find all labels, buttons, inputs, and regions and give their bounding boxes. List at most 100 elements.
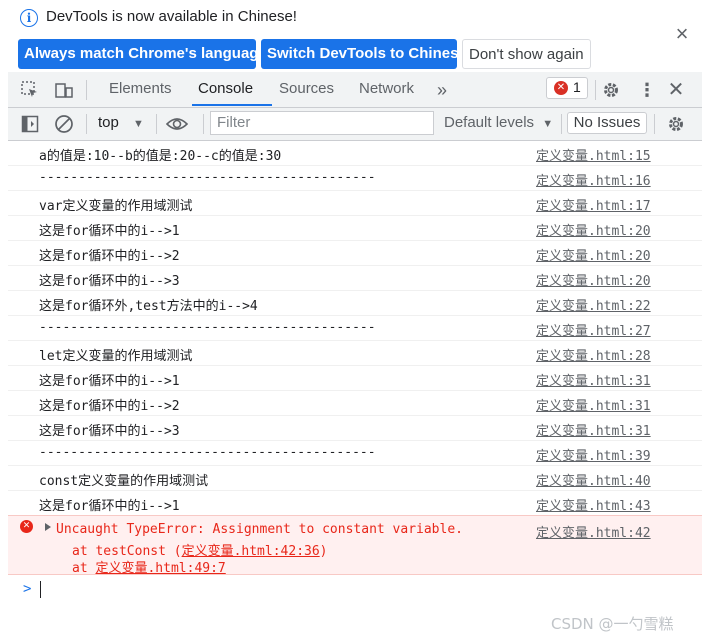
source-link[interactable]: 定义变量.html:31: [536, 370, 651, 389]
sidebar-toggle-icon[interactable]: [20, 114, 40, 134]
settings-gear-icon[interactable]: [601, 80, 621, 100]
log-message: ----------------------------------------…: [39, 320, 376, 335]
chevron-down-icon: ▼: [133, 118, 144, 130]
infobar-message: DevTools is now available in Chinese!: [46, 8, 297, 25]
error-count: 1: [573, 79, 581, 95]
log-message: 这是for循环中的i-->1: [39, 499, 180, 514]
console-input-caret[interactable]: [40, 581, 41, 598]
source-link[interactable]: 定义变量.html:31: [536, 420, 651, 439]
log-message: var定义变量的作用域测试: [39, 199, 193, 214]
log-levels-select[interactable]: Default levels ▼: [444, 114, 553, 131]
log-message: 这是for循环外,test方法中的i-->4: [39, 299, 258, 314]
execution-context-select[interactable]: top ▼: [98, 114, 144, 131]
inspect-element-icon[interactable]: [20, 80, 40, 100]
log-message: 这是for循环中的i-->1: [39, 224, 180, 239]
console-row: var定义变量的作用域测试 定义变量.html:17: [8, 191, 702, 216]
close-devtools-icon[interactable]: ✕: [666, 80, 686, 100]
source-link[interactable]: 定义变量.html:22: [536, 295, 651, 314]
console-row: 这是for循环中的i-->3 定义变量.html:31: [8, 416, 702, 441]
stack-frame-link[interactable]: 定义变量.html:49:7: [95, 561, 225, 576]
log-message: 这是for循环中的i-->3: [39, 424, 180, 439]
tab-sources[interactable]: Sources: [279, 72, 334, 106]
console-row: ----------------------------------------…: [8, 316, 702, 341]
expand-stack-triangle-icon[interactable]: [45, 523, 51, 531]
error-message-row: ✕ Uncaught TypeError: Assignment to cons…: [8, 515, 702, 576]
console-row: 这是for循环中的i-->2 定义变量.html:31: [8, 391, 702, 416]
clear-console-icon[interactable]: [54, 114, 74, 134]
more-tabs-chevron-icon[interactable]: »: [432, 80, 452, 100]
switch-to-chinese-button[interactable]: Switch DevTools to Chinese: [261, 39, 467, 69]
source-link[interactable]: 定义变量.html:17: [536, 195, 651, 214]
source-link[interactable]: 定义变量.html:39: [536, 445, 651, 464]
log-message: let定义变量的作用域测试: [39, 349, 193, 364]
source-link[interactable]: 定义变量.html:20: [536, 245, 651, 264]
tab-network[interactable]: Network: [359, 72, 414, 106]
log-message: a的值是:10--b的值是:20--c的值是:30: [39, 149, 282, 164]
tab-elements[interactable]: Elements: [109, 72, 172, 106]
context-value: top: [98, 114, 119, 131]
console-row: 这是for循环中的i-->3 定义变量.html:20: [8, 266, 702, 291]
error-x-icon: ✕: [20, 520, 33, 533]
close-infobar-icon[interactable]: ×: [672, 23, 692, 45]
console-row: const定义变量的作用域测试 定义变量.html:40: [8, 466, 702, 491]
always-match-language-button[interactable]: Always match Chrome's language: [18, 39, 267, 69]
error-x-icon: ✕: [554, 81, 568, 95]
dont-show-again-button[interactable]: Don't show again: [462, 39, 591, 69]
log-message: ----------------------------------------…: [39, 445, 376, 460]
filterbar-divider-4: [561, 114, 562, 134]
console-prompt-icon: >: [23, 581, 32, 597]
console-row: let定义变量的作用域测试 定义变量.html:28: [8, 341, 702, 366]
levels-label: Default levels: [444, 114, 535, 131]
filterbar-divider-3: [203, 114, 204, 134]
error-message: Uncaught TypeError: Assignment to consta…: [56, 522, 463, 537]
console-row: ----------------------------------------…: [8, 166, 702, 191]
source-link[interactable]: 定义变量.html:31: [536, 395, 651, 414]
error-source-link[interactable]: 定义变量.html:42: [536, 522, 651, 541]
console-row: 这是for循环中的i-->1 定义变量.html:20: [8, 216, 702, 241]
stack-frame-2: at 定义变量.html:49:7: [72, 557, 226, 576]
filterbar-divider: [86, 114, 87, 134]
language-infobar: i DevTools is now available in Chinese! …: [0, 0, 703, 72]
log-message: 这是for循环中的i-->3: [39, 274, 180, 289]
filter-input[interactable]: Filter: [210, 111, 434, 135]
source-link[interactable]: 定义变量.html:40: [536, 470, 651, 489]
active-tab-indicator: [192, 104, 272, 106]
log-message: 这是for循环中的i-->2: [39, 399, 180, 414]
filterbar-divider-2: [156, 114, 157, 134]
source-link[interactable]: 定义变量.html:15: [536, 145, 651, 164]
log-message: const定义变量的作用域测试: [39, 474, 209, 489]
source-link[interactable]: 定义变量.html:20: [536, 220, 651, 239]
log-message: 这是for循环中的i-->1: [39, 374, 180, 389]
stack-frame-prefix: at: [72, 561, 96, 576]
tabbar-divider-2: [595, 80, 596, 100]
source-link[interactable]: 定义变量.html:27: [536, 320, 651, 339]
console-row: 这是for循环中的i-->1 定义变量.html:31: [8, 366, 702, 391]
issues-button[interactable]: No Issues: [567, 112, 647, 134]
tabbar-divider: [86, 80, 87, 100]
source-link[interactable]: 定义变量.html:43: [536, 495, 651, 514]
console-output: a的值是:10--b的值是:20--c的值是:30 定义变量.html:15 --…: [8, 141, 702, 641]
chevron-down-icon: ▼: [542, 118, 554, 130]
device-toolbar-icon[interactable]: [54, 80, 74, 100]
tab-console[interactable]: Console: [198, 72, 253, 106]
log-message: 这是for循环中的i-->2: [39, 249, 180, 264]
live-expression-eye-icon[interactable]: [165, 114, 189, 134]
console-row: a的值是:10--b的值是:20--c的值是:30 定义变量.html:15: [8, 141, 702, 166]
error-count-badge[interactable]: ✕ 1: [546, 77, 588, 99]
console-row: 这是for循环中的i-->1 定义变量.html:43: [8, 491, 702, 516]
console-settings-gear-icon[interactable]: [666, 114, 686, 134]
log-message: ----------------------------------------…: [39, 170, 376, 185]
info-icon: i: [20, 9, 38, 27]
stack-frame-suffix: ): [319, 544, 328, 559]
more-options-kebab-icon[interactable]: ⋮: [637, 80, 657, 100]
source-link[interactable]: 定义变量.html:28: [536, 345, 651, 364]
console-row: 这是for循环中的i-->2 定义变量.html:20: [8, 241, 702, 266]
console-toolbar: top ▼ Filter Default levels ▼ No Issues: [8, 108, 702, 141]
devtools-tabbar: Elements Console Sources Network » ✕ 1 ⋮…: [8, 72, 702, 108]
source-link[interactable]: 定义变量.html:16: [536, 170, 651, 189]
filterbar-divider-5: [654, 114, 655, 134]
watermark: CSDN @一勺雪糕: [551, 615, 674, 633]
console-row: ----------------------------------------…: [8, 441, 702, 466]
console-row: 这是for循环外,test方法中的i-->4 定义变量.html:22: [8, 291, 702, 316]
source-link[interactable]: 定义变量.html:20: [536, 270, 651, 289]
